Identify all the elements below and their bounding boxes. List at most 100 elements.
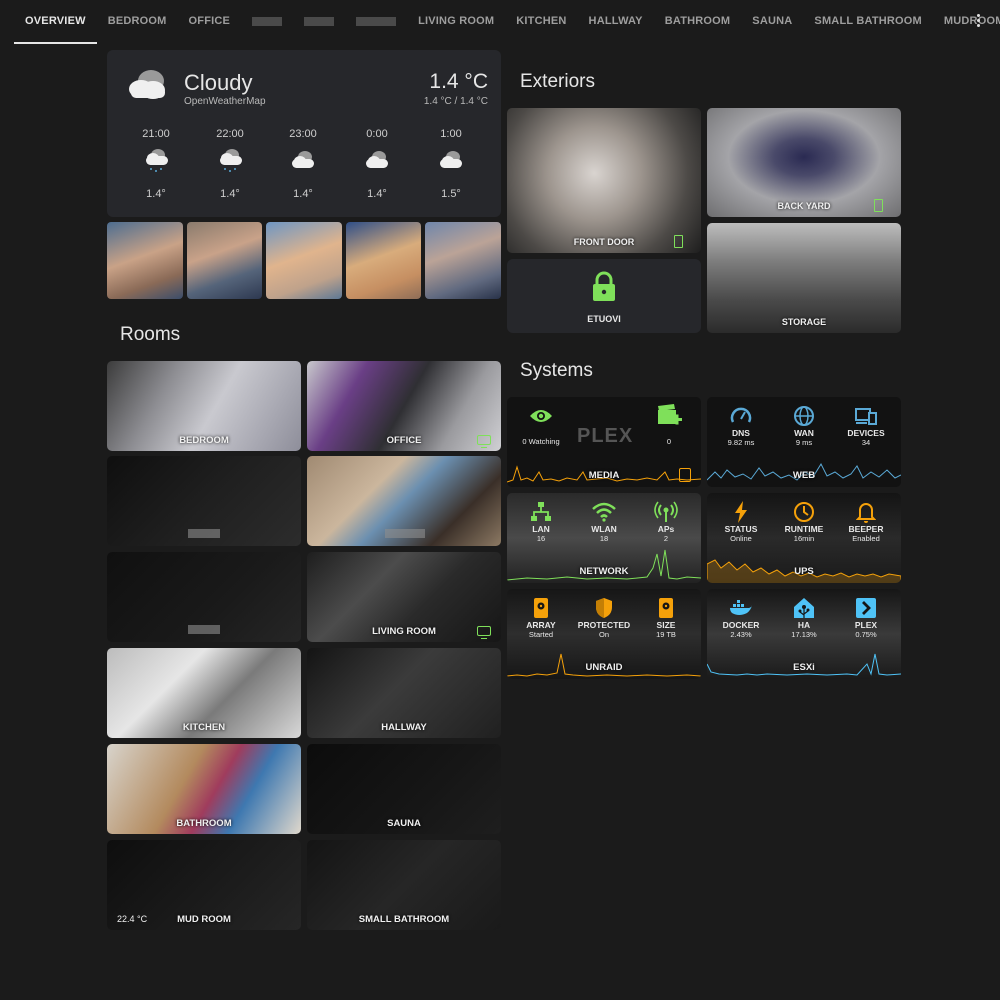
tab-hallway[interactable]: HALLWAY bbox=[578, 0, 654, 44]
system-media[interactable]: PLEX 0 Watching 0 MEDIA bbox=[507, 397, 701, 487]
system-esxi[interactable]: DOCKER 2.43% HA 17.13% PLEX 0.75% ESXi bbox=[707, 589, 901, 679]
system-label: UPS bbox=[794, 566, 814, 577]
globe-icon bbox=[774, 405, 834, 427]
system-label: ESXi bbox=[793, 662, 815, 673]
room-label: SMALL BATHROOM bbox=[358, 914, 450, 925]
overflow-menu-icon[interactable] bbox=[974, 13, 982, 31]
room-living-room[interactable]: LIVING ROOM bbox=[307, 552, 501, 642]
tab-hidden-2[interactable] bbox=[293, 0, 345, 44]
media-count-value: 0 bbox=[666, 437, 672, 446]
forecast-item: 21:00 1.4° bbox=[131, 128, 181, 200]
room-hidden-1[interactable] bbox=[107, 456, 301, 546]
ha-stat: HA 17.13% bbox=[774, 597, 834, 639]
media-watching-stat: 0 Watching bbox=[511, 405, 571, 446]
ups-beeper-stat: BEEPER Enabled bbox=[836, 501, 896, 543]
protected-name: PROTECTED bbox=[577, 620, 631, 630]
systems-title: Systems bbox=[520, 360, 593, 381]
tab-sauna[interactable]: SAUNA bbox=[741, 0, 803, 44]
cloudy-icon bbox=[278, 146, 328, 176]
ha-name: HA bbox=[797, 620, 811, 630]
person-avatar[interactable] bbox=[107, 222, 183, 299]
protected-value: On bbox=[598, 630, 609, 639]
watching-value: 0 Watching bbox=[522, 437, 560, 446]
tab-bedroom[interactable]: BEDROOM bbox=[97, 0, 178, 44]
wan-value: 9 ms bbox=[795, 438, 813, 447]
system-unraid[interactable]: ARRAY Started PROTECTED On SIZE 19 TB UN… bbox=[507, 589, 701, 679]
room-bedroom[interactable]: BEDROOM bbox=[107, 361, 301, 451]
room-hidden-3[interactable] bbox=[107, 552, 301, 642]
redacted-label bbox=[188, 529, 220, 538]
cloudy-icon bbox=[129, 70, 165, 99]
room-small-bathroom[interactable]: SMALL BATHROOM bbox=[307, 840, 501, 930]
tab-kitchen[interactable]: KITCHEN bbox=[505, 0, 577, 44]
redacted-label bbox=[252, 16, 283, 26]
camera-label: BACK YARD bbox=[777, 201, 831, 211]
tab-hidden-3[interactable] bbox=[345, 0, 407, 44]
devices-name: DEVICES bbox=[847, 428, 885, 438]
camera-back-yard[interactable]: BACK YARD bbox=[707, 108, 901, 217]
room-label: MUD ROOM bbox=[177, 914, 231, 925]
array-value: Started bbox=[528, 630, 554, 639]
person-avatar[interactable] bbox=[266, 222, 342, 299]
tab-mudroom[interactable]: MUDROOM bbox=[933, 0, 1000, 44]
weather-card[interactable]: Cloudy OpenWeatherMap 1.4 °C 1.4 °C / 1.… bbox=[107, 50, 501, 217]
forecast-item: 23:00 1.4° bbox=[278, 128, 328, 200]
forecast-time: 22:00 bbox=[216, 128, 244, 140]
room-hallway[interactable]: HALLWAY bbox=[307, 648, 501, 738]
beeper-name: BEEPER bbox=[848, 524, 884, 534]
tab-office[interactable]: OFFICE bbox=[178, 0, 242, 44]
redacted-label bbox=[188, 625, 220, 634]
docker-icon bbox=[711, 597, 771, 619]
array-stat: ARRAY Started bbox=[511, 597, 571, 639]
tab-bathroom[interactable]: BATHROOM bbox=[654, 0, 742, 44]
size-stat: SIZE 19 TB bbox=[636, 597, 696, 639]
room-sauna[interactable]: SAUNA bbox=[307, 744, 501, 834]
rainy-icon bbox=[205, 146, 255, 176]
devices-icon bbox=[836, 405, 896, 427]
plex-stat: PLEX 0.75% bbox=[836, 597, 896, 639]
docker-value: 2.43% bbox=[730, 630, 752, 639]
person-avatar[interactable] bbox=[186, 222, 263, 299]
aps-name: APs bbox=[657, 524, 675, 534]
devices-value: 34 bbox=[861, 438, 871, 447]
room-mudroom[interactable]: 22.4 °C MUD ROOM bbox=[107, 840, 301, 930]
exteriors-title: Exteriors bbox=[520, 71, 595, 92]
system-network[interactable]: LAN 16 WLAN 18 APs 2 NETWORK bbox=[507, 493, 701, 583]
lan-icon bbox=[511, 501, 571, 523]
wan-stat: WAN 9 ms bbox=[774, 405, 834, 447]
person-avatar[interactable] bbox=[345, 222, 422, 299]
plex-value: 0.75% bbox=[855, 630, 877, 639]
tab-living-room[interactable]: LIVING ROOM bbox=[407, 0, 505, 44]
tab-overview[interactable]: OVERVIEW bbox=[14, 0, 97, 44]
camera-label: STORAGE bbox=[781, 317, 827, 327]
room-office[interactable]: OFFICE bbox=[307, 361, 501, 451]
tab-small-bathroom[interactable]: SMALL BATHROOM bbox=[803, 0, 933, 44]
status-name: STATUS bbox=[724, 524, 758, 534]
devices-stat: DEVICES 34 bbox=[836, 405, 896, 447]
media-count-stat: 0 bbox=[639, 404, 699, 446]
system-label: UNRAID bbox=[585, 662, 623, 673]
system-label: WEB bbox=[792, 470, 816, 481]
people-strip bbox=[107, 222, 501, 299]
camera-front-door[interactable]: FRONT DOOR bbox=[507, 108, 701, 253]
lock-label: ETUOVI bbox=[587, 314, 621, 324]
room-bathroom[interactable]: BATHROOM bbox=[107, 744, 301, 834]
system-label: MEDIA bbox=[588, 470, 620, 481]
home-assistant-icon bbox=[774, 597, 834, 619]
lock-etuovi[interactable]: ETUOVI bbox=[507, 259, 701, 333]
system-web[interactable]: DNS 9.82 ms WAN 9 ms DEVICES 34 WEB bbox=[707, 397, 901, 487]
system-ups[interactable]: STATUS Online RUNTIME 16min BEEPER Enabl… bbox=[707, 493, 901, 583]
person-avatar[interactable] bbox=[425, 222, 501, 299]
room-label: HALLWAY bbox=[381, 722, 427, 733]
lightning-icon bbox=[711, 501, 771, 523]
room-label: KITCHEN bbox=[182, 722, 226, 733]
plex-icon bbox=[836, 597, 896, 619]
camera-storage[interactable]: STORAGE bbox=[707, 223, 901, 333]
hdd-icon bbox=[511, 597, 571, 619]
room-kitchen[interactable]: KITCHEN bbox=[107, 648, 301, 738]
weather-range: 1.4 °C / 1.4 °C bbox=[423, 96, 488, 107]
ups-status-stat: STATUS Online bbox=[711, 501, 771, 543]
room-hidden-2[interactable] bbox=[307, 456, 501, 546]
tab-hidden-1[interactable] bbox=[241, 0, 293, 44]
ups-runtime-stat: RUNTIME 16min bbox=[774, 501, 834, 543]
